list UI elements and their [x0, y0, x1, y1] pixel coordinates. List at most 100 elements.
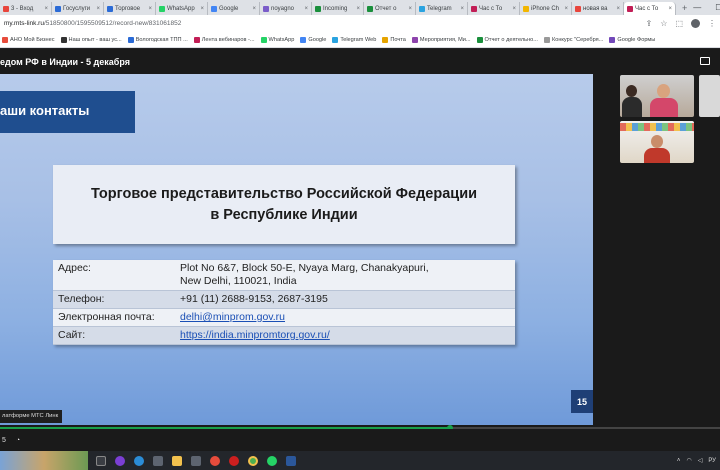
bookmark-label: Почта [390, 36, 406, 43]
bookmark-item[interactable]: Отчет о деятельно... [476, 36, 538, 43]
tab-close-icon[interactable]: × [460, 6, 464, 12]
tab-favicon-icon [367, 5, 373, 12]
website-link[interactable]: https://india.minpromtorg.gov.ru/ [180, 329, 330, 341]
bookmark-item[interactable]: Мероприятия, Ми... [411, 36, 471, 43]
tab-favicon-icon [211, 5, 217, 12]
tab-close-icon[interactable]: × [96, 6, 100, 12]
whatsapp-icon[interactable] [267, 455, 277, 466]
maximize-button[interactable]: ☐ [715, 3, 720, 12]
tab-favicon-icon [471, 5, 477, 12]
taskbar-wallpaper-thumbnail [0, 451, 88, 470]
bookmark-item[interactable]: Почта [382, 36, 406, 43]
participant-video[interactable] [620, 75, 694, 117]
tray-chevron-icon[interactable]: ˄ [677, 458, 681, 464]
language-indicator[interactable]: РУ [708, 458, 716, 464]
bookmark-label: Конкурс "Серебря... [551, 36, 604, 43]
tab-close-icon[interactable]: × [252, 6, 256, 12]
tab-close-icon[interactable]: × [304, 6, 308, 12]
bookmark-item[interactable]: Google [300, 36, 327, 43]
browser-tab[interactable]: WhatsApp × [156, 2, 208, 15]
url-field[interactable]: my.mts-link.ru/51850800/1595509512/recor… [4, 20, 646, 27]
tab-close-icon[interactable]: × [564, 6, 568, 12]
bookmark-favicon-icon [476, 36, 483, 43]
bookmark-item[interactable]: Google Формы [609, 36, 655, 43]
participant-video[interactable] [699, 75, 720, 117]
contacts-table: Адрес: Plot No 6&7, Block 50-E, Nyaya Ma… [53, 260, 515, 345]
tab-favicon-icon [419, 5, 425, 12]
browser-tab[interactable]: Google × [208, 2, 260, 15]
tab-close-icon[interactable]: × [44, 6, 48, 12]
profile-avatar[interactable] [691, 19, 700, 28]
share-icon[interactable]: ⇪ [646, 19, 653, 28]
phone-label: Телефон: [53, 290, 175, 309]
yandex-browser-icon[interactable] [210, 455, 220, 466]
browser-tab[interactable]: noyagno × [260, 2, 312, 15]
address-value: Plot No 6&7, Block 50-E, Nyaya Marg, Cha… [175, 260, 515, 291]
bookmark-item[interactable]: Лента вебинаров -... [193, 36, 255, 43]
tab-label: Торговое [115, 5, 141, 12]
address-line1: Plot No 6&7, Block 50-E, Nyaya Marg, Cha… [180, 262, 429, 274]
player-controls: 5 ◔ [0, 429, 720, 451]
bookmark-label: Отчет о деятельно... [484, 36, 538, 43]
bookmark-star-icon[interactable]: ☆ [660, 19, 667, 28]
chat-icon[interactable] [700, 57, 710, 65]
meeting-stage: аши контакты Торговое представительство … [0, 74, 720, 427]
bookmark-label: Мероприятия, Ми... [419, 36, 471, 43]
address-bar[interactable]: my.mts-link.ru/51850800/1595509512/recor… [0, 15, 720, 32]
bookmark-item[interactable]: WhatsApp [260, 36, 294, 43]
bookmark-item[interactable]: Telegram Web [332, 36, 376, 43]
browser-tab[interactable]: Incoming × [312, 2, 364, 15]
browser-tab[interactable]: 3 - Вход × [0, 2, 52, 15]
word-icon[interactable] [286, 455, 296, 466]
tab-close-icon[interactable]: × [200, 6, 204, 12]
participant-video[interactable] [620, 121, 694, 163]
bookmark-item[interactable]: Вологодская ТПП ... [127, 36, 188, 43]
new-tab-button[interactable]: + [676, 2, 693, 15]
tab-close-icon[interactable]: × [148, 6, 152, 12]
browser-tab[interactable]: Час с То × [624, 2, 676, 15]
tab-favicon-icon [575, 5, 581, 12]
browser-tab[interactable]: Торговое × [104, 2, 156, 15]
network-icon[interactable]: ◠ [686, 457, 691, 464]
browser-tab[interactable]: Отчет о × [364, 2, 416, 15]
email-link[interactable]: delhi@minprom.gov.ru [180, 311, 285, 323]
edge-icon[interactable] [134, 455, 144, 466]
tab-close-icon[interactable]: × [616, 6, 620, 12]
email-cell: delhi@minprom.gov.ru [175, 308, 515, 327]
bookmark-label: Google [308, 36, 327, 43]
menu-icon[interactable]: ⋮ [708, 19, 716, 28]
bookmark-favicon-icon [2, 36, 8, 43]
table-row: Телефон: +91 (11) 2688-9153, 2687-3195 [53, 290, 515, 309]
store-icon[interactable] [153, 455, 163, 466]
bookmark-item[interactable]: Наш опыт - ваш ус... [60, 36, 122, 43]
app-icon[interactable] [191, 455, 201, 466]
slide-page-number: 15 [571, 390, 593, 413]
tab-close-icon[interactable]: × [408, 6, 412, 12]
chrome-icon[interactable] [248, 455, 258, 466]
bookmark-favicon-icon [300, 36, 307, 43]
tab-list: 3 - Вход × Госуслуги × Торговое × WhatsApp × Goo… [0, 2, 676, 15]
volume-icon[interactable]: ◁ [698, 457, 703, 464]
file-explorer-icon[interactable] [172, 455, 182, 466]
speed-icon[interactable]: ◔ [16, 437, 20, 444]
minimize-button[interactable]: — [693, 3, 701, 12]
browser-tab[interactable]: iPhone Ch × [520, 2, 572, 15]
browser-tab[interactable]: Час с То × [468, 2, 520, 15]
task-view-icon[interactable] [96, 455, 106, 466]
extensions-icon[interactable]: ⬚ [675, 19, 683, 28]
browser-tab[interactable]: Госуслуги × [52, 2, 104, 15]
tab-close-icon[interactable]: × [668, 6, 672, 12]
background-decor [620, 123, 694, 131]
tab-close-icon[interactable]: × [512, 6, 516, 12]
browser-tab[interactable]: новая ва × [572, 2, 624, 15]
app-icon[interactable] [115, 455, 125, 466]
screen-share-label: латформе МТС Линк [0, 410, 62, 423]
bookmark-favicon-icon [411, 36, 418, 43]
tab-label: Час с То [635, 5, 659, 12]
bookmark-item[interactable]: АНО Мой Бизнес [2, 36, 55, 43]
bookmark-item[interactable]: Конкурс "Серебря... [543, 36, 604, 43]
tab-favicon-icon [107, 5, 113, 12]
opera-icon[interactable] [229, 455, 239, 466]
tab-close-icon[interactable]: × [356, 6, 360, 12]
browser-tab[interactable]: Telegram × [416, 2, 468, 15]
